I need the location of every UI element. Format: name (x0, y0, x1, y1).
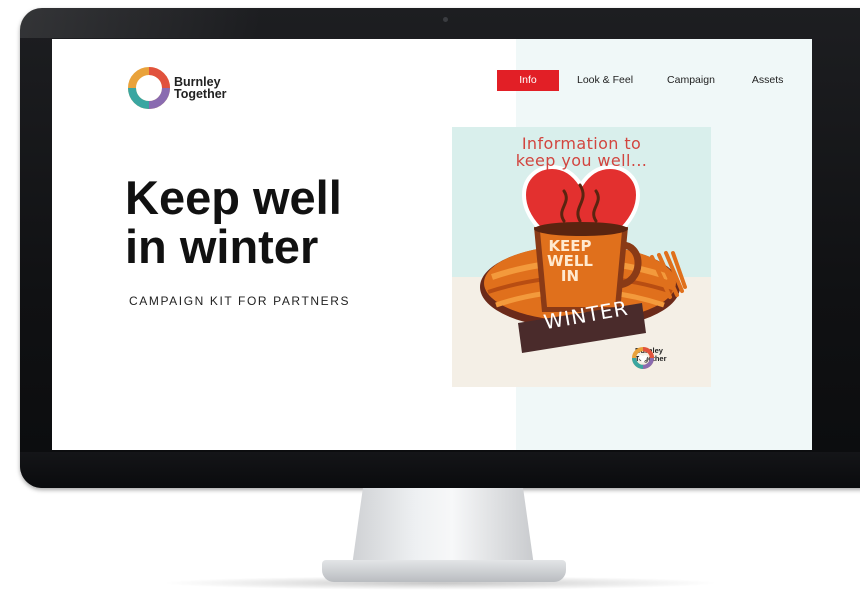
main-nav: Info Look & Feel Campaign Assets (497, 70, 793, 91)
hero-title: Keep well in winter (125, 171, 342, 273)
nav-info[interactable]: Info (497, 70, 559, 91)
monitor-chin (20, 452, 860, 488)
nav-campaign[interactable]: Campaign (657, 70, 725, 91)
monitor-base (322, 560, 566, 582)
nav-look-and-feel[interactable]: Look & Feel (567, 70, 643, 91)
poster-logo: Burnley Together (632, 347, 667, 369)
webcam (443, 17, 448, 22)
logo-line-2: Together (174, 87, 227, 101)
website-screen: Burnley Together Info Look & Feel Campai… (52, 39, 812, 450)
logo-text: Burnley Together (174, 76, 227, 101)
poster-heading: Information to keep you well... (515, 134, 648, 170)
nav-assets[interactable]: Assets (742, 70, 794, 91)
site-logo[interactable]: Burnley Together (128, 67, 227, 109)
screen-glare (20, 8, 260, 38)
poster-mug-text: KEEP WELL IN (547, 237, 593, 285)
heart-ring-logo-icon (632, 347, 654, 369)
monitor-stand (352, 488, 534, 566)
heart-ring-logo-icon (128, 67, 170, 109)
hero-subtitle: CAMPAIGN KIT FOR PARTNERS (129, 294, 351, 308)
campaign-poster-image: Information to keep you well... KEEP WEL… (452, 127, 711, 387)
